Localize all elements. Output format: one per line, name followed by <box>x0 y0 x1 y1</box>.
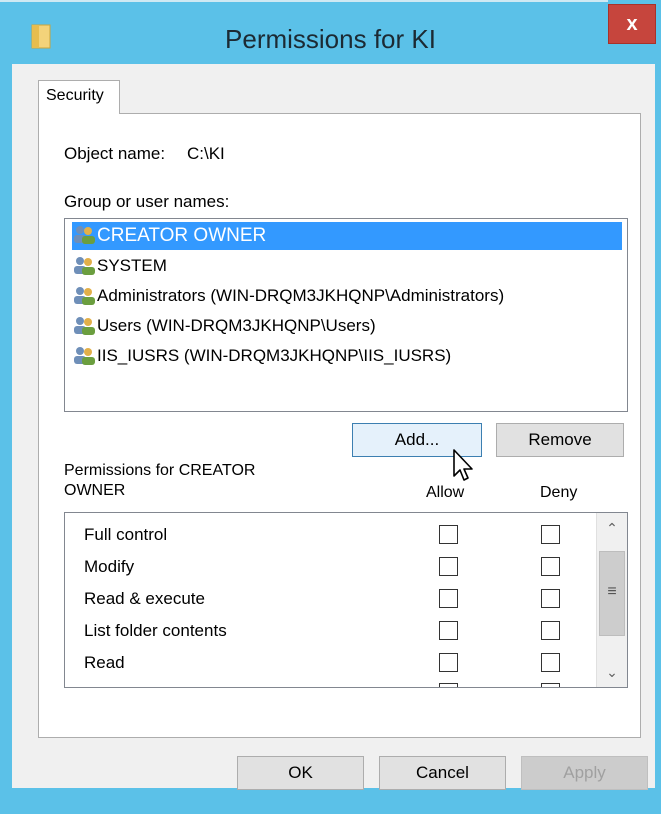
deny-checkbox-full-control[interactable] <box>541 525 560 544</box>
permission-label-full-control: Full control <box>84 525 168 544</box>
list-item-users[interactable]: Users (WIN-DRQM3JKHQNP\Users) <box>72 312 622 340</box>
remove-button[interactable]: Remove <box>496 423 624 457</box>
allow-header: Allow <box>426 484 465 501</box>
apply-button[interactable]: Apply <box>521 756 648 790</box>
permission-label-modify: Modify <box>84 557 135 576</box>
list-item-label: CREATOR OWNER <box>97 225 267 246</box>
permission-label-read-execute: Read & execute <box>84 589 205 608</box>
permissions-list: Full control Modify Read & execute List … <box>64 512 628 688</box>
group-names-label: Group or user names: <box>64 192 230 211</box>
list-item-label: Administrators (WIN-DRQM3JKHQNP\Administ… <box>97 286 505 305</box>
allow-checkbox-read[interactable] <box>439 653 458 672</box>
deny-header: Deny <box>540 484 578 501</box>
permissions-window: Permissions for KI x Security Object nam… <box>0 0 661 814</box>
window-title: Permissions for KI <box>225 24 436 54</box>
allow-checkbox-read-execute[interactable] <box>439 589 458 608</box>
permissions-for-label-line1: Permissions for CREATOR <box>64 462 256 479</box>
users-icon <box>74 256 95 275</box>
users-icon <box>74 286 95 305</box>
close-button[interactable]: x <box>608 4 656 44</box>
deny-checkbox-list-folder-contents[interactable] <box>541 621 560 640</box>
allow-checkbox-full-control[interactable] <box>439 525 458 544</box>
allow-checkbox-partial[interactable] <box>439 683 458 687</box>
deny-checkbox-read-execute[interactable] <box>541 589 560 608</box>
cancel-button[interactable]: Cancel <box>379 756 506 790</box>
scroll-down-icon[interactable]: ⌄ <box>597 659 627 685</box>
list-item-administrators[interactable]: Administrators (WIN-DRQM3JKHQNP\Administ… <box>72 282 622 310</box>
list-item-label: SYSTEM <box>97 256 167 275</box>
list-item-label: Users (WIN-DRQM3JKHQNP\Users) <box>97 316 376 335</box>
object-name-value: C:\KI <box>187 144 225 163</box>
list-item-system[interactable]: SYSTEM <box>72 252 622 280</box>
deny-checkbox-modify[interactable] <box>541 557 560 576</box>
list-item-label: IIS_IUSRS (WIN-DRQM3JKHQNP\IIS_IUSRS) <box>97 346 452 365</box>
permissions-for-label-line2: OWNER <box>64 482 126 499</box>
group-user-listbox[interactable]: CREATOR OWNER SYSTEM Administrators (WIN… <box>64 218 628 412</box>
scroll-thumb[interactable]: ≡ <box>599 551 625 636</box>
allow-checkbox-list-folder-contents[interactable] <box>439 621 458 640</box>
object-name-label: Object name: <box>64 144 166 163</box>
list-item-iis-iusrs[interactable]: IIS_IUSRS (WIN-DRQM3JKHQNP\IIS_IUSRS) <box>72 342 622 370</box>
deny-checkbox-partial[interactable] <box>541 683 560 687</box>
users-icon <box>74 225 95 244</box>
permission-label-list-folder-contents: List folder contents <box>84 621 227 640</box>
permission-label-read: Read <box>84 653 125 672</box>
users-icon <box>74 346 95 365</box>
allow-checkbox-modify[interactable] <box>439 557 458 576</box>
list-item-creator-owner[interactable]: CREATOR OWNER <box>72 222 622 250</box>
mouse-pointer-icon <box>453 449 473 481</box>
users-icon <box>74 316 95 335</box>
ok-button[interactable]: OK <box>237 756 364 790</box>
tab-security[interactable]: Security <box>38 80 120 114</box>
window-top-edge <box>0 0 608 2</box>
deny-checkbox-read[interactable] <box>541 653 560 672</box>
scroll-up-icon[interactable]: ⌃ <box>597 515 627 541</box>
permissions-scrollbar[interactable]: ⌃ ≡ ⌄ <box>596 513 627 687</box>
